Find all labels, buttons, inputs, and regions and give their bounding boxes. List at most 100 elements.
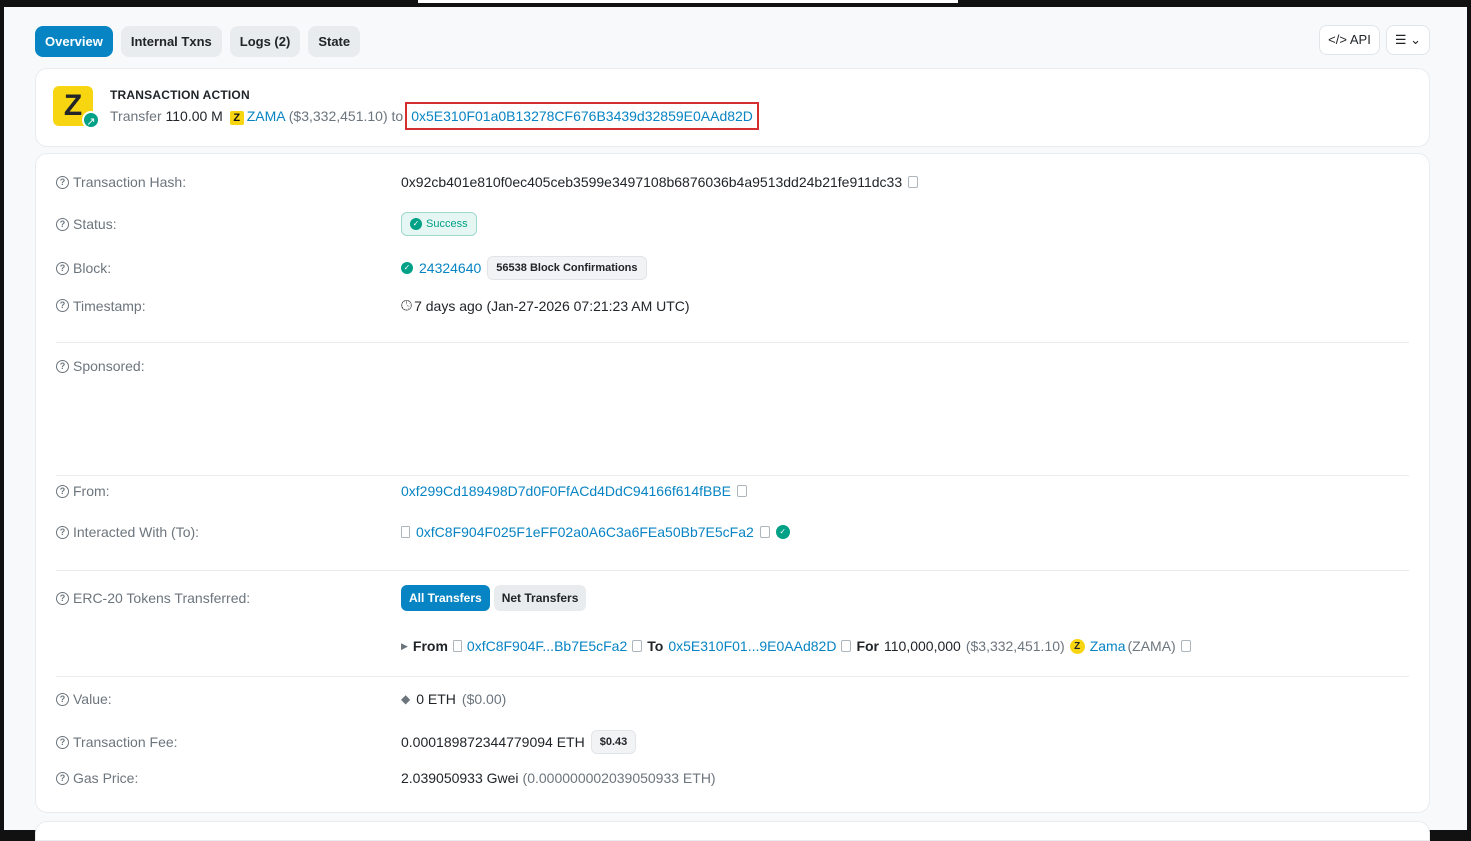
fee-label: Transaction Fee: xyxy=(73,734,178,750)
action-to-word: to xyxy=(391,108,404,124)
tab-overview[interactable]: Overview xyxy=(35,26,113,57)
gas-label: Gas Price: xyxy=(73,770,139,786)
transfer-from-link[interactable]: 0xfC8F904F...Bb7E5cFa2 xyxy=(467,638,627,654)
api-button[interactable]: </> API xyxy=(1319,25,1380,55)
divider xyxy=(56,570,1409,571)
toolbar: </> API ☰ ⌄ xyxy=(1319,25,1430,55)
copy-icon[interactable] xyxy=(759,526,770,538)
hash-row: ? Transaction Hash: 0x92cb401e810f0ec405c… xyxy=(56,174,1409,190)
block-label: Block: xyxy=(73,260,112,276)
transaction-action-title: TRANSACTION ACTION xyxy=(110,88,250,102)
help-icon: ? xyxy=(56,299,69,312)
action-amount: 110.00 M xyxy=(165,108,223,124)
action-usd: ($3,332,451.10) xyxy=(288,108,388,124)
hash-value: 0x92cb401e810f0ec405ceb3599e3497108b6876… xyxy=(401,174,903,190)
check-circle-icon: ✓ xyxy=(401,262,413,274)
contract-icon xyxy=(401,526,410,538)
transaction-action-card: Z ↗ TRANSACTION ACTION Transfer 110.00 M… xyxy=(35,68,1430,147)
transfer-amount: 110,000,000 xyxy=(884,638,961,654)
options-menu-button[interactable]: ☰ ⌄ xyxy=(1385,25,1430,55)
from-word: From xyxy=(412,638,448,654)
timestamp-value: 7 days ago (Jan-27-2026 07:21:23 AM UTC) xyxy=(414,297,690,314)
help-icon: ? xyxy=(56,261,69,275)
status-label: Status: xyxy=(73,216,117,232)
token-link[interactable]: Zama xyxy=(1090,638,1126,654)
confirmations-badge: 56538 Block Confirmations xyxy=(487,256,647,280)
zama-token-icon: Z xyxy=(1069,638,1085,654)
copy-icon[interactable] xyxy=(841,640,852,652)
all-transfers-button[interactable]: All Transfers xyxy=(401,585,490,611)
transaction-action-line: Transfer 110.00 M Z ZAMA ($3,332,451.10) … xyxy=(110,102,759,130)
erc20-transfer-line: ▶ From 0xfC8F904F...Bb7E5cFa2 To 0x5E310… xyxy=(401,638,1409,654)
next-card xyxy=(35,821,1430,841)
erc20-row: ? ERC-20 Tokens Transferred: All Transfer… xyxy=(56,585,1409,611)
hash-label: Transaction Hash: xyxy=(73,174,187,190)
copy-icon[interactable] xyxy=(1180,640,1191,652)
copy-icon[interactable] xyxy=(737,485,748,497)
transfer-usd: ($3,332,451.10) xyxy=(965,638,1065,654)
from-row: ? From: 0xf299Cd189498D7d0F0FfACd4DdC9416… xyxy=(56,483,1409,499)
action-verb: Transfer xyxy=(110,108,162,124)
for-word: For xyxy=(856,638,879,654)
help-icon: ? xyxy=(56,175,69,189)
fee-row: ? Transaction Fee: 0.000189872344779094 E… xyxy=(56,730,1409,754)
sponsored-label: Sponsored: xyxy=(73,358,145,374)
net-transfers-button[interactable]: Net Transfers xyxy=(493,585,587,611)
value-row: ? Value: ◆ 0 ETH ($0.00) xyxy=(56,691,1409,707)
page: Overview Internal Txns Logs (2) State </… xyxy=(4,7,1467,841)
help-icon: ? xyxy=(56,735,69,749)
status-row: ? Status: ✓ Success xyxy=(56,212,1409,236)
to-label: Interacted With (To): xyxy=(73,524,200,540)
help-icon: ? xyxy=(56,359,69,373)
gas-row: ? Gas Price: 2.039050933 Gwei (0.000000002… xyxy=(56,770,1409,786)
to-address-link[interactable]: 0xfC8F904F025F1eFF02a0A6C3a6FEa50Bb7E5cF… xyxy=(416,524,754,540)
to-word: To xyxy=(647,638,664,654)
zama-token-icon: Z xyxy=(229,111,244,125)
status-value: Success xyxy=(426,218,468,230)
token-link[interactable]: ZAMA xyxy=(247,108,285,124)
help-icon: ? xyxy=(56,525,69,539)
timestamp-label: Timestamp: xyxy=(73,297,146,314)
divider xyxy=(56,342,1409,343)
fee-value: 0.000189872344779094 ETH xyxy=(401,734,585,750)
tab-internal-txns[interactable]: Internal Txns xyxy=(120,26,222,57)
transfer-to-link[interactable]: 0x5E310F01...9E0AAd82D xyxy=(668,638,836,654)
gas-eth: (0.000000002039050933 ETH) xyxy=(522,770,716,786)
block-link[interactable]: 24324640 xyxy=(419,260,481,276)
token-symbol: (ZAMA) xyxy=(1127,638,1176,654)
verified-icon: ✓ xyxy=(775,525,790,539)
help-icon: ? xyxy=(56,217,69,231)
help-icon: ? xyxy=(56,591,69,605)
to-address-link[interactable]: 0x5E310F01a0B13278CF676B3439d32859E0AAd8… xyxy=(405,102,759,130)
to-row: ? Interacted With (To): 0xfC8F904F025F1eF… xyxy=(56,524,1409,540)
copy-icon[interactable] xyxy=(908,176,919,188)
clock-icon: 🕓︎ xyxy=(401,297,413,313)
contract-icon xyxy=(452,640,462,652)
tab-logs[interactable]: Logs (2) xyxy=(229,26,301,57)
gas-value: 2.039050933 Gwei xyxy=(401,770,519,786)
tab-bar: Overview Internal Txns Logs (2) State xyxy=(35,26,361,57)
sponsored-row: ? Sponsored: xyxy=(56,358,1409,374)
value-label: Value: xyxy=(73,691,112,707)
block-row: ? Block: ✓ 24324640 56538 Block Confirmatio… xyxy=(56,256,1409,280)
help-icon: ? xyxy=(56,771,69,785)
help-icon: ? xyxy=(56,692,69,706)
divider xyxy=(56,475,1409,476)
timestamp-row: ? Timestamp: 🕓︎ 7 days ago (Jan-27-2026 07… xyxy=(56,297,1409,314)
divider xyxy=(56,676,1409,677)
check-circle-icon: ✓ xyxy=(410,218,422,230)
erc20-label: ERC-20 Tokens Transferred: xyxy=(73,590,251,606)
tab-state[interactable]: State xyxy=(308,26,361,57)
status-badge: ✓ Success xyxy=(401,212,477,236)
from-address-link[interactable]: 0xf299Cd189498D7d0F0FfACd4DdC94166f614fB… xyxy=(401,483,731,499)
caret-right-icon[interactable]: ▶ xyxy=(401,641,408,652)
value-usd: ($0.00) xyxy=(461,691,507,707)
fee-usd-badge: $0.43 xyxy=(590,730,637,754)
transaction-details-card: ? Transaction Hash: 0x92cb401e810f0ec405c… xyxy=(35,153,1430,813)
copy-icon[interactable] xyxy=(632,640,643,652)
code-icon: </> xyxy=(1328,32,1350,47)
api-label: API xyxy=(1349,32,1371,47)
arrow-up-right-icon: ↗ xyxy=(82,111,100,129)
top-strip xyxy=(418,0,958,3)
eth-icon: ◆ xyxy=(401,692,411,706)
